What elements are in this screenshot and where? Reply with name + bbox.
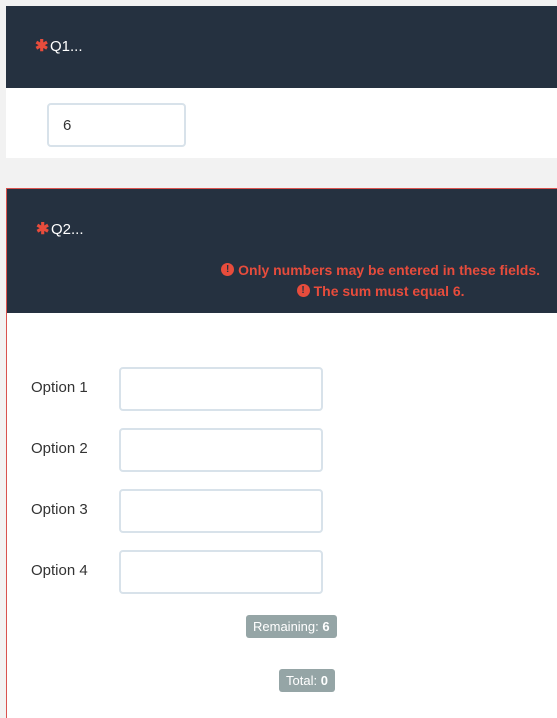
option-row: Option 4 [7, 550, 407, 594]
option-row: Option 2 [7, 428, 407, 472]
question-1-title: ✱ Q1... [35, 38, 83, 55]
option-row: Option 3 [7, 489, 407, 533]
error-text: Only numbers may be entered in these fie… [238, 261, 540, 278]
exclamation-circle-icon: ! [221, 263, 235, 276]
total-value: 0 [320, 673, 328, 688]
question-2-title-text: Q2... [51, 221, 84, 238]
total-label: Total: [286, 673, 318, 688]
error-text: The sum must equal 6. [313, 282, 465, 299]
option-1-input[interactable] [119, 367, 323, 411]
option-label: Option 4 [31, 562, 88, 579]
question-1-title-text: Q1... [50, 38, 83, 55]
option-2-input[interactable] [119, 428, 323, 472]
option-label: Option 1 [31, 379, 88, 396]
option-3-input[interactable] [119, 489, 323, 533]
option-4-input[interactable] [119, 550, 323, 594]
error-message-sum: ! The sum must equal 6. [221, 280, 540, 301]
exclamation-circle-icon: ! [296, 284, 310, 297]
question-2-header: ✱ Q2... ! Only numbers may be entered in… [7, 189, 557, 313]
total-badge: Total: 0 [279, 669, 335, 692]
remaining-value: 6 [322, 619, 330, 634]
required-asterisk-icon: ✱ [36, 220, 50, 238]
option-label: Option 2 [31, 440, 88, 457]
required-asterisk-icon: ✱ [35, 37, 49, 55]
question-1-answer-input[interactable] [47, 103, 186, 147]
option-label: Option 3 [31, 501, 88, 518]
remaining-badge: Remaining: 6 [246, 615, 337, 638]
error-message-numbers: ! Only numbers may be entered in these f… [221, 259, 540, 280]
remaining-label: Remaining: [253, 619, 319, 634]
question-1: ✱ Q1... [6, 6, 557, 158]
question-2-title: ✱ Q2... [36, 221, 84, 238]
option-row: Option 1 [7, 367, 407, 411]
validation-errors: ! Only numbers may be entered in these f… [221, 259, 540, 301]
question-1-header: ✱ Q1... [6, 6, 557, 88]
question-2: ✱ Q2... ! Only numbers may be entered in… [6, 188, 557, 718]
